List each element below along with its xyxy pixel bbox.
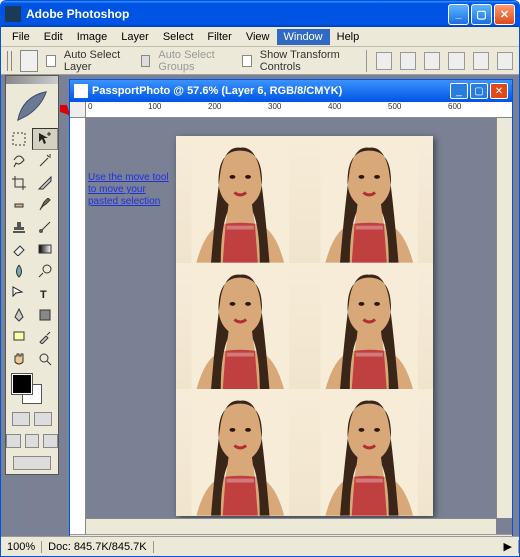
history-brush-tool[interactable]	[32, 216, 58, 238]
heal-tool[interactable]	[6, 194, 32, 216]
align-btn-4[interactable]	[448, 52, 464, 70]
menu-help[interactable]: Help	[330, 29, 367, 45]
eyedropper-tool[interactable]	[32, 326, 58, 348]
screen-mode-3[interactable]	[43, 434, 58, 448]
pen-tool[interactable]	[6, 304, 32, 326]
app-status-arrow[interactable]: ▶	[498, 540, 519, 553]
options-drag-handle[interactable]	[7, 51, 12, 71]
app-titlebar[interactable]: Adobe Photoshop _ ▢ ✕	[1, 1, 519, 27]
auto-select-groups-label: Auto Select Groups	[158, 49, 233, 73]
passport-photo	[305, 136, 434, 263]
passport-photo	[176, 389, 305, 516]
auto-select-groups-checkbox[interactable]	[141, 55, 151, 67]
maximize-button[interactable]: ▢	[471, 4, 492, 25]
menu-filter[interactable]: Filter	[200, 29, 238, 45]
ruler-corner	[70, 102, 86, 118]
show-transform-label: Show Transform Controls	[260, 49, 358, 73]
document-window: PassportPhoto @ 57.6% (Layer 6, RGB/8/CM…	[69, 79, 513, 553]
document-title: PassportPhoto @ 57.6% (Layer 6, RGB/8/CM…	[92, 85, 450, 97]
app-title: Adobe Photoshop	[26, 7, 448, 21]
annotation-hint: Use the move tool to move your pasted se…	[88, 172, 170, 208]
app-icon	[5, 6, 21, 22]
shape-tool[interactable]	[32, 304, 58, 326]
options-bar: Auto Select Layer Auto Select Groups Sho…	[1, 47, 519, 75]
move-tool[interactable]	[32, 128, 58, 150]
doc-minimize-button[interactable]: _	[450, 83, 468, 99]
document-icon	[74, 84, 88, 98]
slice-tool[interactable]	[32, 172, 58, 194]
workspace: T	[1, 75, 519, 556]
hand-tool[interactable]	[6, 348, 32, 370]
dodge-tool[interactable]	[32, 260, 58, 282]
edit-mode-standard[interactable]	[12, 412, 30, 426]
doc-scrollbar-horizontal[interactable]	[86, 518, 496, 534]
edit-mode-quickmask[interactable]	[34, 412, 52, 426]
close-button[interactable]: ✕	[494, 4, 515, 25]
doc-scrollbar-vertical[interactable]	[496, 118, 512, 518]
menu-file[interactable]: File	[5, 29, 37, 45]
ruler-vertical[interactable]	[70, 118, 86, 534]
passport-photo	[176, 263, 305, 390]
toolbox-header[interactable]	[6, 76, 58, 84]
options-separator	[366, 50, 368, 72]
menu-image[interactable]: Image	[70, 29, 115, 45]
screen-mode-2[interactable]	[25, 434, 40, 448]
menu-window[interactable]: Window	[277, 29, 330, 45]
auto-select-layer-label: Auto Select Layer	[64, 49, 133, 73]
marquee-tool[interactable]	[6, 128, 32, 150]
brush-tool[interactable]	[32, 194, 58, 216]
app-zoom-value[interactable]: 100%	[1, 541, 42, 553]
app-statusbar: 100% Doc: 845.7K/845.7K ▶	[1, 536, 519, 556]
doc-maximize-button[interactable]: ▢	[470, 83, 488, 99]
wand-tool[interactable]	[32, 150, 58, 172]
screen-mode-1[interactable]	[6, 434, 21, 448]
jump-to-imageready[interactable]	[13, 456, 51, 470]
notes-tool[interactable]	[6, 326, 32, 348]
blur-tool[interactable]	[6, 260, 32, 282]
window-buttons: _ ▢ ✕	[448, 4, 515, 25]
show-transform-checkbox[interactable]	[242, 55, 252, 67]
menu-view[interactable]: View	[239, 29, 277, 45]
menu-edit[interactable]: Edit	[37, 29, 70, 45]
app-window: Adobe Photoshop _ ▢ ✕ File Edit Image La…	[0, 0, 520, 557]
menu-layer[interactable]: Layer	[114, 29, 156, 45]
zoom-tool[interactable]	[32, 348, 58, 370]
align-btn-3[interactable]	[424, 52, 440, 70]
foreground-color[interactable]	[12, 374, 32, 394]
stamp-tool[interactable]	[6, 216, 32, 238]
path-tool[interactable]	[6, 282, 32, 304]
lasso-tool[interactable]	[6, 150, 32, 172]
align-btn-1[interactable]	[376, 52, 392, 70]
canvas-area[interactable]: Use the move tool to move your pasted se…	[86, 118, 512, 534]
align-btn-5[interactable]	[473, 52, 489, 70]
auto-select-layer-checkbox[interactable]	[46, 55, 56, 67]
menubar: File Edit Image Layer Select Filter View…	[1, 27, 519, 47]
canvas[interactable]	[176, 136, 433, 516]
passport-photo	[305, 389, 434, 516]
toolbox: T	[5, 75, 59, 475]
svg-text:T: T	[40, 289, 47, 300]
doc-close-button[interactable]: ✕	[490, 83, 508, 99]
ruler-horizontal[interactable]: 0 100 200 300 400 500 600	[86, 102, 512, 118]
passport-photo	[176, 136, 305, 263]
gradient-tool[interactable]	[32, 238, 58, 260]
align-btn-6[interactable]	[497, 52, 513, 70]
type-tool[interactable]: T	[32, 282, 58, 304]
document-titlebar[interactable]: PassportPhoto @ 57.6% (Layer 6, RGB/8/CM…	[70, 80, 512, 102]
tool-preset-icon[interactable]	[20, 50, 38, 72]
crop-tool[interactable]	[6, 172, 32, 194]
color-swatches[interactable]	[6, 370, 58, 408]
menu-select[interactable]: Select	[156, 29, 201, 45]
toolbox-logo	[6, 84, 58, 128]
passport-photo	[305, 263, 434, 390]
minimize-button[interactable]: _	[448, 4, 469, 25]
eraser-tool[interactable]	[6, 238, 32, 260]
align-btn-2[interactable]	[400, 52, 416, 70]
app-doc-info[interactable]: Doc: 845.7K/845.7K	[42, 541, 153, 553]
